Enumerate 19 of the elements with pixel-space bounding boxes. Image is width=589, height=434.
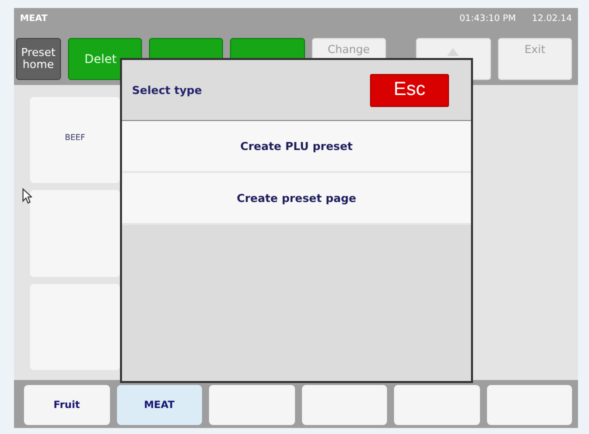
page-tab[interactable] [486, 385, 572, 425]
cursor-icon [22, 188, 32, 204]
page-tab[interactable]: Fruit [24, 385, 110, 425]
dialog-option[interactable]: Create PLU preset [122, 121, 471, 173]
preset-home-button[interactable]: Preset home [16, 38, 61, 80]
page-tab[interactable] [302, 385, 387, 425]
preset-tile[interactable]: BEEF [30, 97, 120, 184]
clock-time: 01:43:10 PM [459, 14, 516, 24]
empty-tile[interactable] [30, 190, 120, 277]
empty-tile[interactable] [30, 284, 120, 370]
page-tab[interactable] [394, 385, 480, 425]
dialog-title: Select type [132, 84, 202, 96]
dialog-option[interactable]: Create preset page [122, 173, 471, 225]
date-text: 12.02.14 [532, 14, 572, 24]
esc-button[interactable]: Esc [370, 74, 449, 106]
up-arrow-icon [446, 47, 460, 57]
page-tab[interactable] [209, 385, 294, 425]
page-tab[interactable]: MEAT [116, 385, 202, 425]
page-title: MEAT [20, 14, 49, 24]
